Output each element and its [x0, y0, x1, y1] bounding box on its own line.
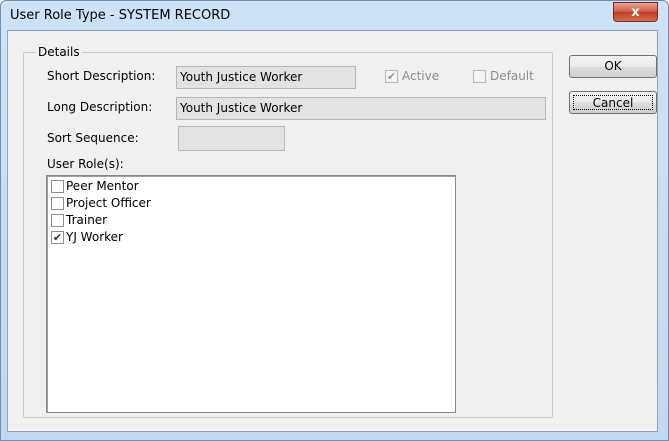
role-label: Project Officer [66, 196, 151, 210]
role-checkbox[interactable] [51, 180, 64, 193]
role-checkbox[interactable]: ✔ [51, 231, 64, 244]
cancel-button[interactable]: Cancel [569, 91, 657, 114]
default-checkbox[interactable] [473, 70, 486, 83]
sort-sequence-label: Sort Sequence: [47, 131, 139, 145]
title-bar[interactable]: User Role Type - SYSTEM RECORD x [1, 1, 668, 31]
close-button[interactable]: x [613, 2, 658, 22]
role-label: YJ Worker [66, 230, 123, 244]
check-mark-icon: ✔ [386, 70, 397, 83]
short-description-field[interactable]: Youth Justice Worker [176, 66, 356, 89]
long-description-label: Long Description: [47, 100, 153, 114]
check-mark-icon: ✔ [52, 231, 63, 244]
user-roles-label: User Role(s): [47, 157, 124, 171]
active-checkbox[interactable]: ✔ [385, 70, 398, 83]
sort-sequence-field[interactable] [178, 126, 285, 151]
default-label: Default [490, 69, 534, 83]
role-checkbox[interactable] [51, 197, 64, 210]
active-label: Active [402, 69, 440, 83]
window-title: User Role Type - SYSTEM RECORD [10, 8, 231, 23]
user-roles-listbox[interactable]: Peer Mentor Project Officer Trainer ✔ YJ… [46, 175, 456, 413]
ok-button[interactable]: OK [569, 55, 657, 78]
short-description-label: Short Description: [47, 69, 156, 83]
role-label: Trainer [66, 213, 108, 227]
close-icon: x [631, 5, 640, 20]
long-description-field[interactable]: Youth Justice Worker [176, 97, 546, 120]
role-checkbox[interactable] [51, 214, 64, 227]
details-legend: Details [36, 45, 82, 59]
cancel-button-label: Cancel [573, 95, 653, 110]
role-label: Peer Mentor [66, 179, 139, 193]
